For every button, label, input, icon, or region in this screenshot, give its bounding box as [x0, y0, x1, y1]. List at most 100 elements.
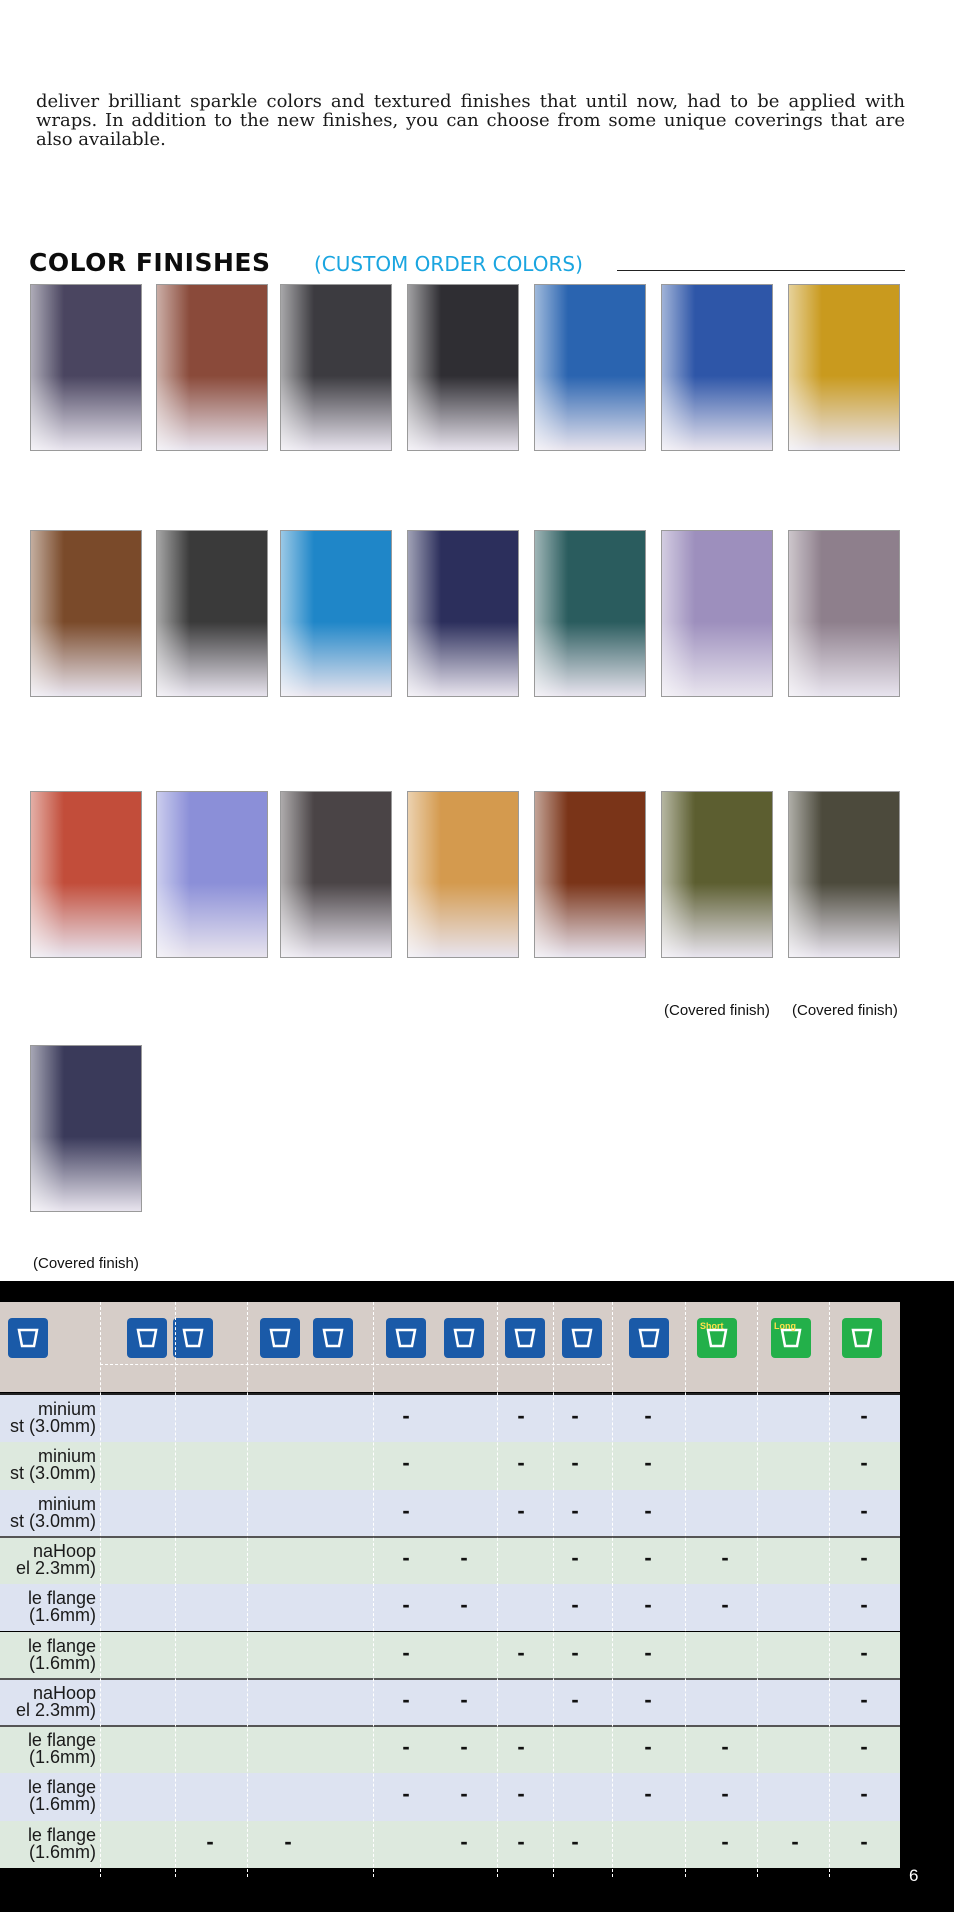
table-row: le flange (1.6mm) - - - - - - - - [0, 1820, 900, 1868]
availability-mark: - [644, 1781, 652, 1807]
finish-swatch [788, 791, 900, 958]
table-row: minium st (3.0mm) - - - - - [0, 1489, 900, 1537]
spec-table: Short Long minium st (3.0mm) - - - - - minium st (… [0, 1302, 900, 1877]
row-label-line: (1.6mm) [29, 1605, 96, 1626]
finish-swatch [280, 530, 392, 697]
intro-paragraph: deliver brilliant sparkle colors and tex… [36, 91, 905, 150]
tom-mount-icon [173, 1318, 213, 1358]
finish-swatch [661, 791, 773, 958]
availability-mark: - [860, 1450, 868, 1476]
finish-swatch [407, 791, 519, 958]
availability-mark: - [517, 1639, 525, 1665]
availability-mark: - [402, 1781, 410, 1807]
row-group-separator [0, 1725, 900, 1728]
availability-mark: - [517, 1828, 525, 1854]
tripod-icon [842, 1318, 882, 1358]
availability-mark: - [460, 1828, 468, 1854]
drum-shell-icon [260, 1318, 300, 1358]
row-label-line: el 2.3mm) [15, 1699, 96, 1720]
finish-swatch [30, 791, 142, 958]
availability-mark: - [860, 1592, 868, 1618]
row-label-line: (1.6mm) [29, 1794, 96, 1815]
table-row: naHoop el 2.3mm) - - - - - [0, 1678, 900, 1727]
hoop-curve-icon [386, 1318, 426, 1358]
caption-covered-finish: (Covered finish) [792, 1002, 898, 1019]
finish-swatch [407, 530, 519, 697]
availability-mark: - [571, 1639, 579, 1665]
finish-swatch [661, 530, 773, 697]
depth-icon [629, 1318, 669, 1358]
row-label: le flange (1.6mm) [0, 1778, 96, 1815]
finish-swatch [30, 1045, 142, 1212]
row-label: minium st (3.0mm) [0, 1447, 96, 1484]
availability-mark: - [402, 1497, 410, 1523]
availability-mark: - [517, 1781, 525, 1807]
availability-mark: - [860, 1734, 868, 1760]
availability-mark: - [284, 1828, 292, 1854]
availability-mark: - [571, 1828, 579, 1854]
availability-mark: - [860, 1639, 868, 1665]
availability-mark: - [571, 1592, 579, 1618]
availability-mark: - [402, 1592, 410, 1618]
row-label-line: st (3.0mm) [9, 1463, 96, 1484]
column-divider [497, 1302, 498, 1877]
icon-label: Short [700, 1321, 724, 1331]
availability-mark: - [517, 1403, 525, 1428]
availability-mark: - [460, 1781, 468, 1807]
finish-swatch [30, 284, 142, 451]
hoop-straight-2-icon [562, 1318, 602, 1358]
finish-swatch [788, 284, 900, 451]
availability-mark: - [860, 1828, 868, 1854]
availability-mark: - [644, 1639, 652, 1665]
finish-swatch [156, 284, 268, 451]
row-label-line: el 2.3mm) [15, 1557, 96, 1578]
availability-mark: - [402, 1403, 410, 1428]
column-divider [175, 1302, 176, 1877]
availability-mark: - [517, 1497, 525, 1523]
finish-swatch [280, 284, 392, 451]
row-label-line: (1.6mm) [29, 1841, 96, 1862]
availability-mark: - [860, 1544, 868, 1570]
short-lug-icon: Short [697, 1318, 737, 1358]
availability-mark: - [402, 1450, 410, 1476]
row-label-line: st (3.0mm) [9, 1510, 96, 1531]
availability-mark: - [860, 1497, 868, 1523]
row-label: le flange (1.6mm) [0, 1635, 96, 1672]
availability-mark: - [721, 1734, 729, 1760]
table-row: naHoop el 2.3mm) - - - - - - [0, 1536, 900, 1585]
drum-shell-flat-icon [313, 1318, 353, 1358]
row-label-line: le flange [27, 1635, 96, 1656]
finish-swatch [534, 791, 646, 958]
table-row: minium st (3.0mm) - - - - - [0, 1395, 900, 1443]
section-subtitle: (CUSTOM ORDER COLORS) [314, 252, 583, 276]
heading-rule [617, 270, 905, 271]
caption-covered-finish: (Covered finish) [33, 1255, 139, 1272]
column-divider [757, 1302, 758, 1877]
column-divider [685, 1302, 686, 1877]
header-separator [0, 1393, 900, 1395]
ledge-icon [8, 1318, 48, 1358]
availability-mark: - [460, 1686, 468, 1712]
availability-mark: - [644, 1592, 652, 1618]
row-label: le flange (1.6mm) [0, 1826, 96, 1862]
table-row: le flange (1.6mm) - - - - - [0, 1631, 900, 1679]
availability-mark: - [517, 1450, 525, 1476]
table-header-substrip [100, 1364, 610, 1387]
availability-mark: - [402, 1734, 410, 1760]
section-title: COLOR FINISHES [29, 248, 271, 277]
finish-swatch [156, 791, 268, 958]
availability-mark: - [402, 1639, 410, 1665]
row-label: le flange (1.6mm) [0, 1731, 96, 1766]
availability-mark: - [571, 1686, 579, 1712]
table-row: le flange (1.6mm) - - - - - - [0, 1584, 900, 1632]
finish-swatch [661, 284, 773, 451]
availability-mark: - [721, 1828, 729, 1854]
availability-mark: - [644, 1686, 652, 1712]
finish-swatch [30, 530, 142, 697]
column-divider [247, 1302, 248, 1877]
column-divider [373, 1302, 374, 1877]
availability-mark: - [571, 1497, 579, 1523]
caption-covered-finish: (Covered finish) [664, 1002, 770, 1019]
availability-mark: - [644, 1734, 652, 1760]
long-lug-icon: Long [771, 1318, 811, 1358]
